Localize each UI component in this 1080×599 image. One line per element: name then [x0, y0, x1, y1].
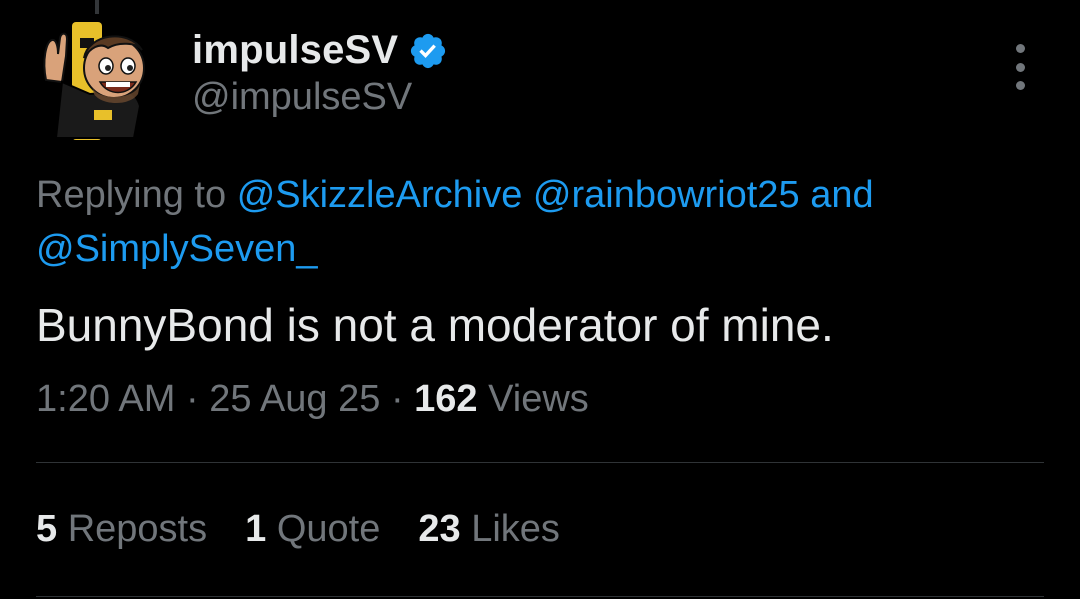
quotes-stat[interactable]: 1 Quote — [245, 508, 380, 551]
more-options-icon[interactable] — [1006, 44, 1034, 90]
views-label: Views — [488, 378, 589, 420]
reposts-count: 5 — [36, 508, 58, 550]
likes-stat[interactable]: 23 Likes — [418, 508, 560, 551]
tweet-text: BunnyBond is not a moderator of mine. — [36, 299, 834, 351]
author-display-name[interactable]: impulseSV — [192, 28, 398, 73]
thread-connector-line — [95, 0, 99, 14]
tweet-time[interactable]: 1:20 AM — [36, 378, 175, 420]
dot — [1015, 62, 1025, 72]
verified-badge-icon — [411, 33, 446, 68]
dot — [1015, 44, 1025, 53]
author-handle[interactable]: @impulseSV — [192, 76, 412, 119]
reposts-label: Reposts — [67, 508, 208, 550]
divider — [36, 596, 1044, 597]
replying-to-label: Replying to — [36, 174, 227, 216]
engagement-stats: 5 Reposts 1 Quote 23 Likes — [36, 508, 598, 551]
dot — [1015, 81, 1025, 90]
quotes-count: 1 — [245, 508, 267, 550]
mention-skizzlearchive[interactable]: @SkizzleArchive — [237, 174, 523, 216]
mention-rainbowriot25[interactable]: @rainbowriot25 — [533, 174, 800, 216]
tweet-date[interactable]: 25 Aug 25 — [209, 378, 380, 420]
author-name-row[interactable]: impulseSV — [192, 28, 448, 73]
quotes-label: Quote — [276, 508, 381, 550]
replying-to-joiner[interactable]: and — [810, 174, 873, 216]
reposts-stat[interactable]: 5 Reposts — [36, 508, 207, 551]
replying-to-line: Replying to @SkizzleArchive @rainbowriot… — [36, 168, 1046, 276]
divider — [36, 462, 1044, 463]
mention-simplyseven[interactable]: @SimplySeven_ — [36, 228, 317, 270]
likes-label: Likes — [471, 508, 560, 550]
avatar[interactable] — [36, 20, 160, 144]
tweet-meta: 1:20 AM · 25 Aug 25 · 162 Views — [36, 378, 589, 421]
views-count: 162 — [414, 378, 478, 420]
meta-separator: · — [390, 378, 404, 420]
meta-separator: · — [185, 378, 199, 420]
likes-count: 23 — [418, 508, 461, 550]
